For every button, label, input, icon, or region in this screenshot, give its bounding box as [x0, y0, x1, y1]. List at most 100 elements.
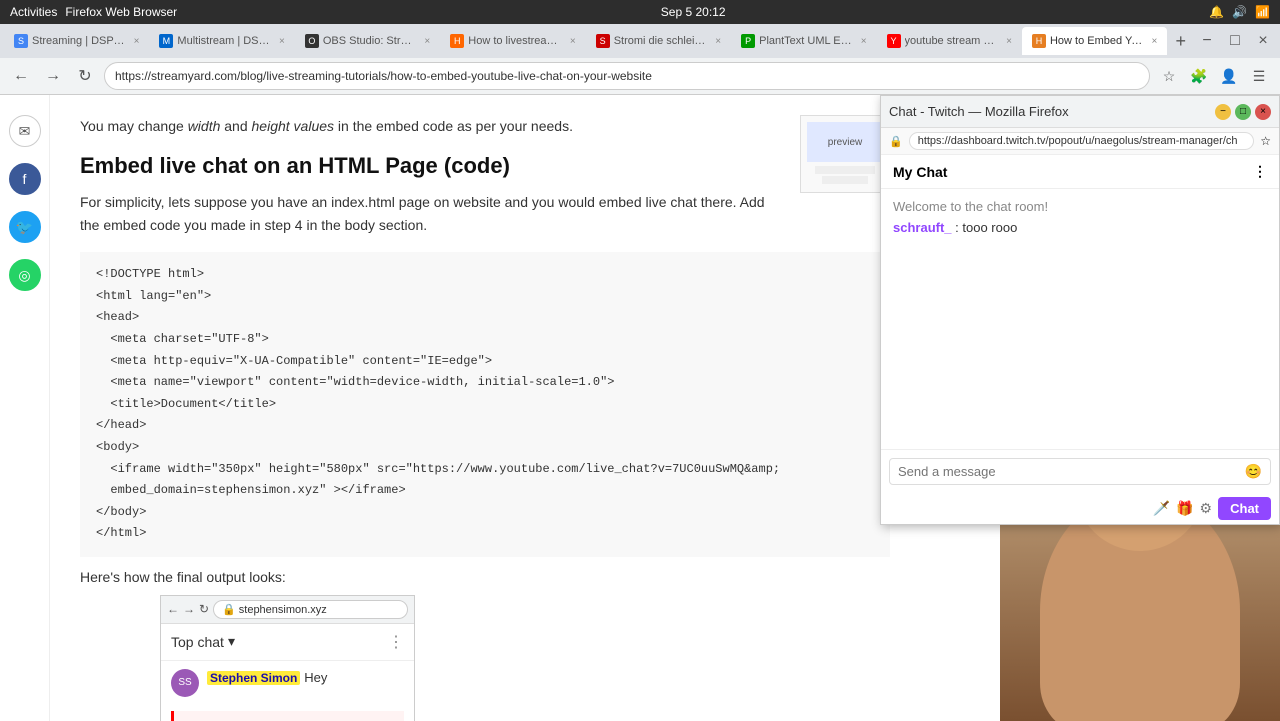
article-heading: Embed live chat on an HTML Page (code)	[80, 153, 890, 179]
embedded-content: Top chat ▾ ⋮ SS Stephen Simon Hey Welcom…	[161, 624, 414, 721]
tab-streaming[interactable]: S Streaming | DSP - Cro... ×	[4, 27, 149, 55]
tab-favicon-livestream: H	[450, 34, 464, 48]
window-minimize-btn[interactable]: −	[1194, 28, 1220, 54]
reload-button[interactable]: ↻	[72, 63, 98, 89]
twitch-gift-icon[interactable]: 🎁	[1176, 500, 1193, 517]
tab-label-plantext: PlantText UML Editor	[759, 35, 853, 47]
menu-button[interactable]: ☰	[1246, 63, 1272, 89]
window-close-btn[interactable]: ×	[1250, 28, 1276, 54]
code-line-10: <iframe width="350px" height="580px" src…	[96, 459, 874, 481]
em-back-btn[interactable]: ←	[167, 602, 179, 616]
code-line-2: <html lang="en">	[96, 286, 874, 308]
chat-message-item-1: SS Stephen Simon Hey	[161, 661, 414, 705]
twitch-url-bar: 🔒 ☆	[881, 128, 1279, 155]
twitch-chat-send-button[interactable]: Chat	[1218, 497, 1271, 520]
tab-close-multi[interactable]: ×	[279, 36, 285, 47]
tab-close-livestream[interactable]: ×	[570, 36, 576, 47]
tab-favicon-multi: M	[159, 34, 173, 48]
tab-obs[interactable]: O OBS Studio: Stream t... ×	[295, 27, 440, 55]
activities-label[interactable]: Activities	[10, 5, 57, 19]
code-line-6: <meta name="viewport" content="width=dev…	[96, 372, 874, 394]
chat-more-icon[interactable]: ⋮	[388, 632, 404, 652]
tab-plantext[interactable]: P PlantText UML Editor ×	[731, 27, 876, 55]
tab-label-embed: How to Embed YouTu...	[1050, 35, 1144, 47]
twitch-bookmark-icon[interactable]: ☆	[1260, 134, 1271, 148]
twitch-url-input[interactable]	[909, 132, 1255, 150]
browser-chrome: S Streaming | DSP - Cro... × M Multistre…	[0, 24, 1280, 95]
window-maximize-btn[interactable]: □	[1222, 28, 1248, 54]
twitch-messages-list: Welcome to the chat room! schrauft_ : to…	[881, 189, 1279, 449]
twitch-input-area: 😊	[881, 449, 1279, 493]
tab-favicon-youtube-stream: Y	[887, 34, 901, 48]
twitch-maximize-btn[interactable]: □	[1235, 104, 1251, 120]
twitch-welcome-msg: Welcome to the chat room!	[893, 199, 1267, 214]
tab-stromi[interactable]: S Stromi die schleifige R... ×	[586, 27, 731, 55]
extensions-button[interactable]: 🧩	[1186, 63, 1212, 89]
article-area: preview You may change width and height …	[50, 95, 920, 721]
code-line-3: <head>	[96, 307, 874, 329]
tab-close-streaming[interactable]: ×	[134, 36, 140, 47]
twitch-toolbar: 🗡️ 🎁 ⚙ Chat	[881, 493, 1279, 524]
embedded-browser-preview: ← → ↻ 🔒stephensimon.xyz Top chat ▾ ⋮ SS	[160, 595, 415, 721]
twitch-sword-icon[interactable]: 🗡️	[1153, 500, 1170, 517]
twitch-chat-title-bar: My Chat ⋮	[881, 155, 1279, 189]
twitch-settings-icon[interactable]: ⚙	[1200, 500, 1213, 517]
tab-close-embed[interactable]: ×	[1152, 36, 1158, 47]
bookmark-button[interactable]: ☆	[1156, 63, 1182, 89]
forward-button[interactable]: →	[40, 63, 66, 89]
em-url-text: stephensimon.xyz	[239, 604, 327, 616]
new-tab-button[interactable]: +	[1167, 27, 1194, 55]
tab-close-stromi[interactable]: ×	[715, 36, 721, 47]
sys-icon1: 🔔	[1209, 5, 1224, 19]
article-para1: For simplicity, lets suppose you have an…	[80, 191, 890, 236]
tab-close-obs[interactable]: ×	[424, 36, 430, 47]
tab-favicon-obs: O	[305, 34, 319, 48]
back-button[interactable]: ←	[8, 63, 34, 89]
code-line-11: embed_domain=stephensimon.xyz" ></iframe…	[96, 480, 874, 502]
tab-youtube-stream[interactable]: Y youtube stream get c... ×	[877, 27, 1022, 55]
chat-msg-text-1: Hey	[304, 670, 327, 685]
toolbar-right: ☆ 🧩 👤 ☰	[1156, 63, 1272, 89]
twitch-window-title: Chat - Twitch — Mozilla Firefox	[889, 104, 1069, 119]
code-line-4: <meta charset="UTF-8">	[96, 329, 874, 351]
tab-close-youtube-stream[interactable]: ×	[1006, 36, 1012, 47]
tab-label-multi: Multistream | DSP - C...	[177, 35, 271, 47]
twitch-emoji-icon[interactable]: 😊	[1245, 463, 1262, 480]
twitch-lock-icon: 🔒	[889, 135, 903, 148]
tab-bar: S Streaming | DSP - Cro... × M Multistre…	[0, 24, 1280, 58]
os-bar: Activities Firefox Web Browser Sep 5 20:…	[0, 0, 1280, 24]
code-line-8: </head>	[96, 415, 874, 437]
social-facebook-icon[interactable]: f	[9, 163, 41, 195]
em-reload-btn[interactable]: ↻	[199, 602, 209, 616]
main-content: ✉ f 🐦 ◎ preview You may change width and…	[0, 95, 1280, 721]
sys-icon3: 📶	[1255, 5, 1270, 19]
tab-multistream[interactable]: M Multistream | DSP - C... ×	[149, 27, 294, 55]
chat-user-name-stephen: Stephen Simon	[207, 671, 300, 685]
twitch-chat-menu-icon[interactable]: ⋮	[1253, 163, 1267, 180]
tab-label-youtube-stream: youtube stream get c...	[905, 35, 999, 47]
url-bar[interactable]	[104, 62, 1150, 90]
twitch-message-input[interactable]	[898, 464, 1239, 479]
code-line-7: <title>Document</title>	[96, 394, 874, 416]
profile-button[interactable]: 👤	[1216, 63, 1242, 89]
em-forward-btn[interactable]: →	[183, 602, 195, 616]
em-url-bar[interactable]: 🔒stephensimon.xyz	[213, 600, 408, 619]
social-whatsapp-icon[interactable]: ◎	[9, 259, 41, 291]
social-twitter-icon[interactable]: 🐦	[9, 211, 41, 243]
preview-image: preview	[800, 115, 890, 193]
twitch-titlebar: Chat - Twitch — Mozilla Firefox − □ ×	[881, 96, 1279, 128]
social-email-icon[interactable]: ✉	[9, 115, 41, 147]
top-chat-button[interactable]: Top chat ▾	[171, 633, 235, 650]
os-bar-left: Activities Firefox Web Browser	[10, 5, 177, 19]
tab-embed-youtube[interactable]: H How to Embed YouTu... ×	[1022, 27, 1167, 55]
tab-how-livestream[interactable]: H How to livestream to... ×	[440, 27, 585, 55]
tab-label-livestream: How to livestream to...	[468, 35, 562, 47]
top-chat-label: Top chat	[171, 634, 224, 650]
twitch-minimize-btn[interactable]: −	[1215, 104, 1231, 120]
tab-label-streaming: Streaming | DSP - Cro...	[32, 35, 126, 47]
twitch-close-btn[interactable]: ×	[1255, 104, 1271, 120]
browser-label: Firefox Web Browser	[65, 5, 177, 19]
article-intro-text: You may change width and height values i…	[80, 115, 890, 137]
tab-close-plantext[interactable]: ×	[861, 36, 867, 47]
tab-favicon-stromi: S	[596, 34, 610, 48]
